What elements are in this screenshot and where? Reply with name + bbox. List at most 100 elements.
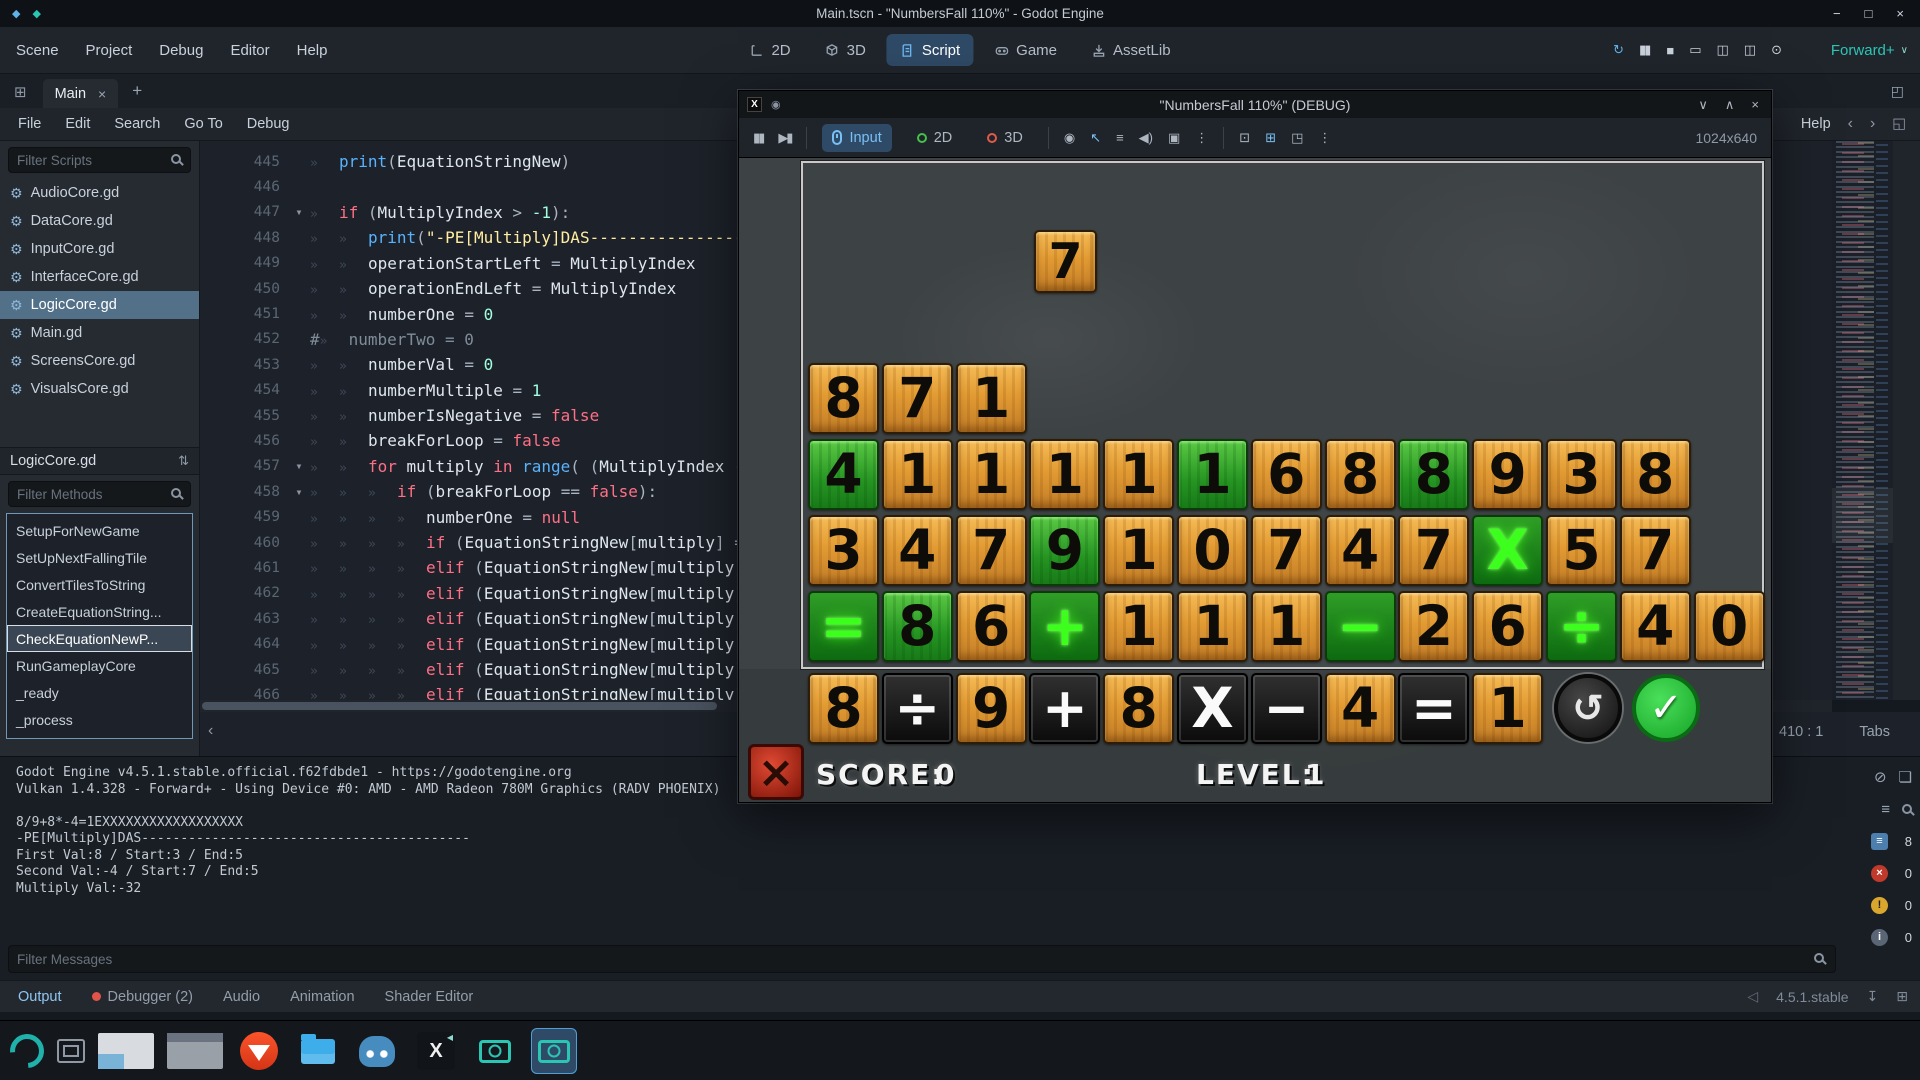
more-options-icon[interactable]: ⋮ <box>1195 130 1208 146</box>
quit-button[interactable]: × <box>748 744 804 800</box>
reload-spinner-icon[interactable]: ↻ <box>1613 42 1622 58</box>
code-text[interactable]: »»numberVal = 0 <box>310 355 493 374</box>
line-number[interactable]: 446 <box>200 179 288 195</box>
mode-2d-button[interactable]: 2D <box>907 124 963 152</box>
close-tab-icon[interactable]: × <box>98 86 106 102</box>
mode-3d-button[interactable]: 3D <box>977 124 1033 152</box>
line-number[interactable]: 465 <box>200 662 288 678</box>
code-text[interactable]: »»»»numberOne = null <box>310 508 580 527</box>
online-docs-button[interactable]: Help <box>1801 116 1831 132</box>
screen-recorder-active-icon[interactable] <box>531 1028 577 1074</box>
script-item[interactable]: ⚙AudioCore.gd <box>0 179 199 207</box>
line-number[interactable]: 450 <box>200 281 288 297</box>
line-number[interactable]: 461 <box>200 560 288 576</box>
window-a-icon[interactable]: ◫ <box>1717 42 1727 58</box>
code-text[interactable]: »»»if (breakForLoop == false): <box>310 482 657 501</box>
tab-assetlib[interactable]: AssetLib <box>1078 34 1184 66</box>
script-menu-go-to[interactable]: Go To <box>184 116 222 132</box>
script-item[interactable]: ⚙DataCore.gd <box>0 207 199 235</box>
bottom-tab-audio[interactable]: Audio <box>223 989 260 1005</box>
window-pin-icon[interactable]: ◆ <box>12 7 20 20</box>
tab-game[interactable]: Game <box>981 34 1070 66</box>
menu-editor[interactable]: Editor <box>230 42 269 59</box>
line-number[interactable]: 451 <box>200 306 288 322</box>
minimize-button[interactable]: − <box>1833 6 1841 21</box>
code-text[interactable]: »»»»elif (EquationStringNew[multiply] <box>310 609 744 628</box>
scripts-panel-icon[interactable]: ⊞ <box>14 83 27 101</box>
method-item[interactable]: ConvertTilesToString <box>7 571 192 598</box>
sort-methods-icon[interactable]: ⇅ <box>178 453 189 469</box>
line-number[interactable]: 449 <box>200 255 288 271</box>
bottom-tab-animation[interactable]: Animation <box>290 989 354 1005</box>
scroll-left-icon[interactable]: ‹ <box>208 722 213 740</box>
warnings-filter-icon[interactable]: ! <box>1871 897 1888 914</box>
code-text[interactable]: »»operationEndLeft = MultiplyIndex <box>310 279 676 298</box>
menu-project[interactable]: Project <box>86 42 133 59</box>
pause-game-icon[interactable]: ▮▮ <box>753 130 763 146</box>
method-item[interactable]: SetUpNextFallingTile <box>7 544 192 571</box>
menu-help[interactable]: Help <box>297 42 328 59</box>
code-text[interactable]: »»»»elif (EquationStringNew[multiply] <box>310 685 744 700</box>
selection-list-icon[interactable]: ≡ <box>1116 130 1124 145</box>
method-item[interactable]: CheckEquationNewP... <box>7 625 192 652</box>
history-forward-icon[interactable]: › <box>1870 115 1875 133</box>
code-text[interactable]: »»»»elif (EquationStringNew[multiply] <box>310 635 744 654</box>
window-thumbnail[interactable] <box>167 1033 223 1069</box>
script-menu-edit[interactable]: Edit <box>65 116 90 132</box>
pin-icon[interactable]: ◉ <box>771 98 781 111</box>
code-text[interactable]: »»»»elif (EquationStringNew[multiply] <box>310 558 744 577</box>
line-number[interactable]: 454 <box>200 382 288 398</box>
bottom-tab-output[interactable]: Output <box>18 989 62 1005</box>
camera-override-icon[interactable]: ▣ <box>1168 130 1180 146</box>
line-number[interactable]: 457 <box>200 458 288 474</box>
browser-icon[interactable] <box>236 1028 282 1074</box>
window-list-icon[interactable] <box>57 1039 85 1063</box>
method-item[interactable]: _ready <box>7 679 192 706</box>
input-mode-button[interactable]: Input <box>822 124 891 152</box>
line-number[interactable]: 448 <box>200 230 288 246</box>
method-item[interactable]: RunGameplayCore <box>7 652 192 679</box>
xterm-icon[interactable]: X <box>413 1028 459 1074</box>
search-output-icon[interactable] <box>1902 804 1912 814</box>
line-number[interactable]: 459 <box>200 509 288 525</box>
script-item[interactable]: ⚙Main.gd <box>0 319 199 347</box>
new-tab-button[interactable]: + <box>132 81 142 101</box>
keep-aspect-icon[interactable]: ⊞ <box>1265 130 1276 146</box>
window-b-icon[interactable]: ◫ <box>1744 42 1754 58</box>
script-item[interactable]: ⚙InterfaceCore.gd <box>0 263 199 291</box>
code-text[interactable]: »»»»if (EquationStringNew[multiply] == <box>310 533 754 552</box>
filter-messages-input[interactable] <box>8 945 1836 973</box>
next-frame-icon[interactable]: ▶▮ <box>778 130 791 146</box>
pause-scene-icon[interactable]: ▮▮ <box>1639 42 1649 58</box>
indent-mode[interactable]: Tabs <box>1859 724 1890 740</box>
godot-taskbar-icon[interactable] <box>354 1028 400 1074</box>
line-number[interactable]: 464 <box>200 636 288 652</box>
script-item[interactable]: ⚙LogicCore.gd <box>0 291 199 319</box>
method-item[interactable]: _process <box>7 706 192 733</box>
script-item[interactable]: ⚙InputCore.gd <box>0 235 199 263</box>
line-number[interactable]: 445 <box>200 154 288 170</box>
messages-filter-icon[interactable]: ≡ <box>1871 833 1888 850</box>
info-filter-icon[interactable]: i <box>1871 929 1888 946</box>
undo-button[interactable]: ↺ <box>1554 674 1622 742</box>
fold-toggle-icon[interactable]: ▾ <box>288 205 310 219</box>
filter-scripts-input[interactable] <box>8 147 191 173</box>
code-text[interactable]: »»breakForLoop = false <box>310 431 561 450</box>
tab-2d[interactable]: 2D <box>736 34 803 66</box>
code-text[interactable]: »»operationStartLeft = MultiplyIndex <box>310 254 696 273</box>
script-menu-file[interactable]: File <box>18 116 41 132</box>
close-game-window-icon[interactable]: × <box>1751 97 1759 113</box>
line-number[interactable]: 466 <box>200 687 288 700</box>
history-back-icon[interactable]: ‹ <box>1848 115 1853 133</box>
tab-main-script[interactable]: Main × <box>43 79 119 108</box>
scrollbar-thumb[interactable] <box>202 702 717 710</box>
line-number[interactable]: 463 <box>200 611 288 627</box>
script-item[interactable]: ⚙VisualsCore.gd <box>0 375 199 403</box>
bottom-tab-shader-editor[interactable]: Shader Editor <box>385 989 474 1005</box>
method-item[interactable]: CreateEquationString... <box>7 598 192 625</box>
tab-3d[interactable]: 3D <box>812 34 879 66</box>
tab-script[interactable]: Script <box>887 34 973 66</box>
pin-bottom-panel-icon[interactable]: ↧ <box>1867 988 1879 1005</box>
script-menu-debug[interactable]: Debug <box>247 116 290 132</box>
embed-game-icon[interactable]: ⊡ <box>1239 130 1250 146</box>
